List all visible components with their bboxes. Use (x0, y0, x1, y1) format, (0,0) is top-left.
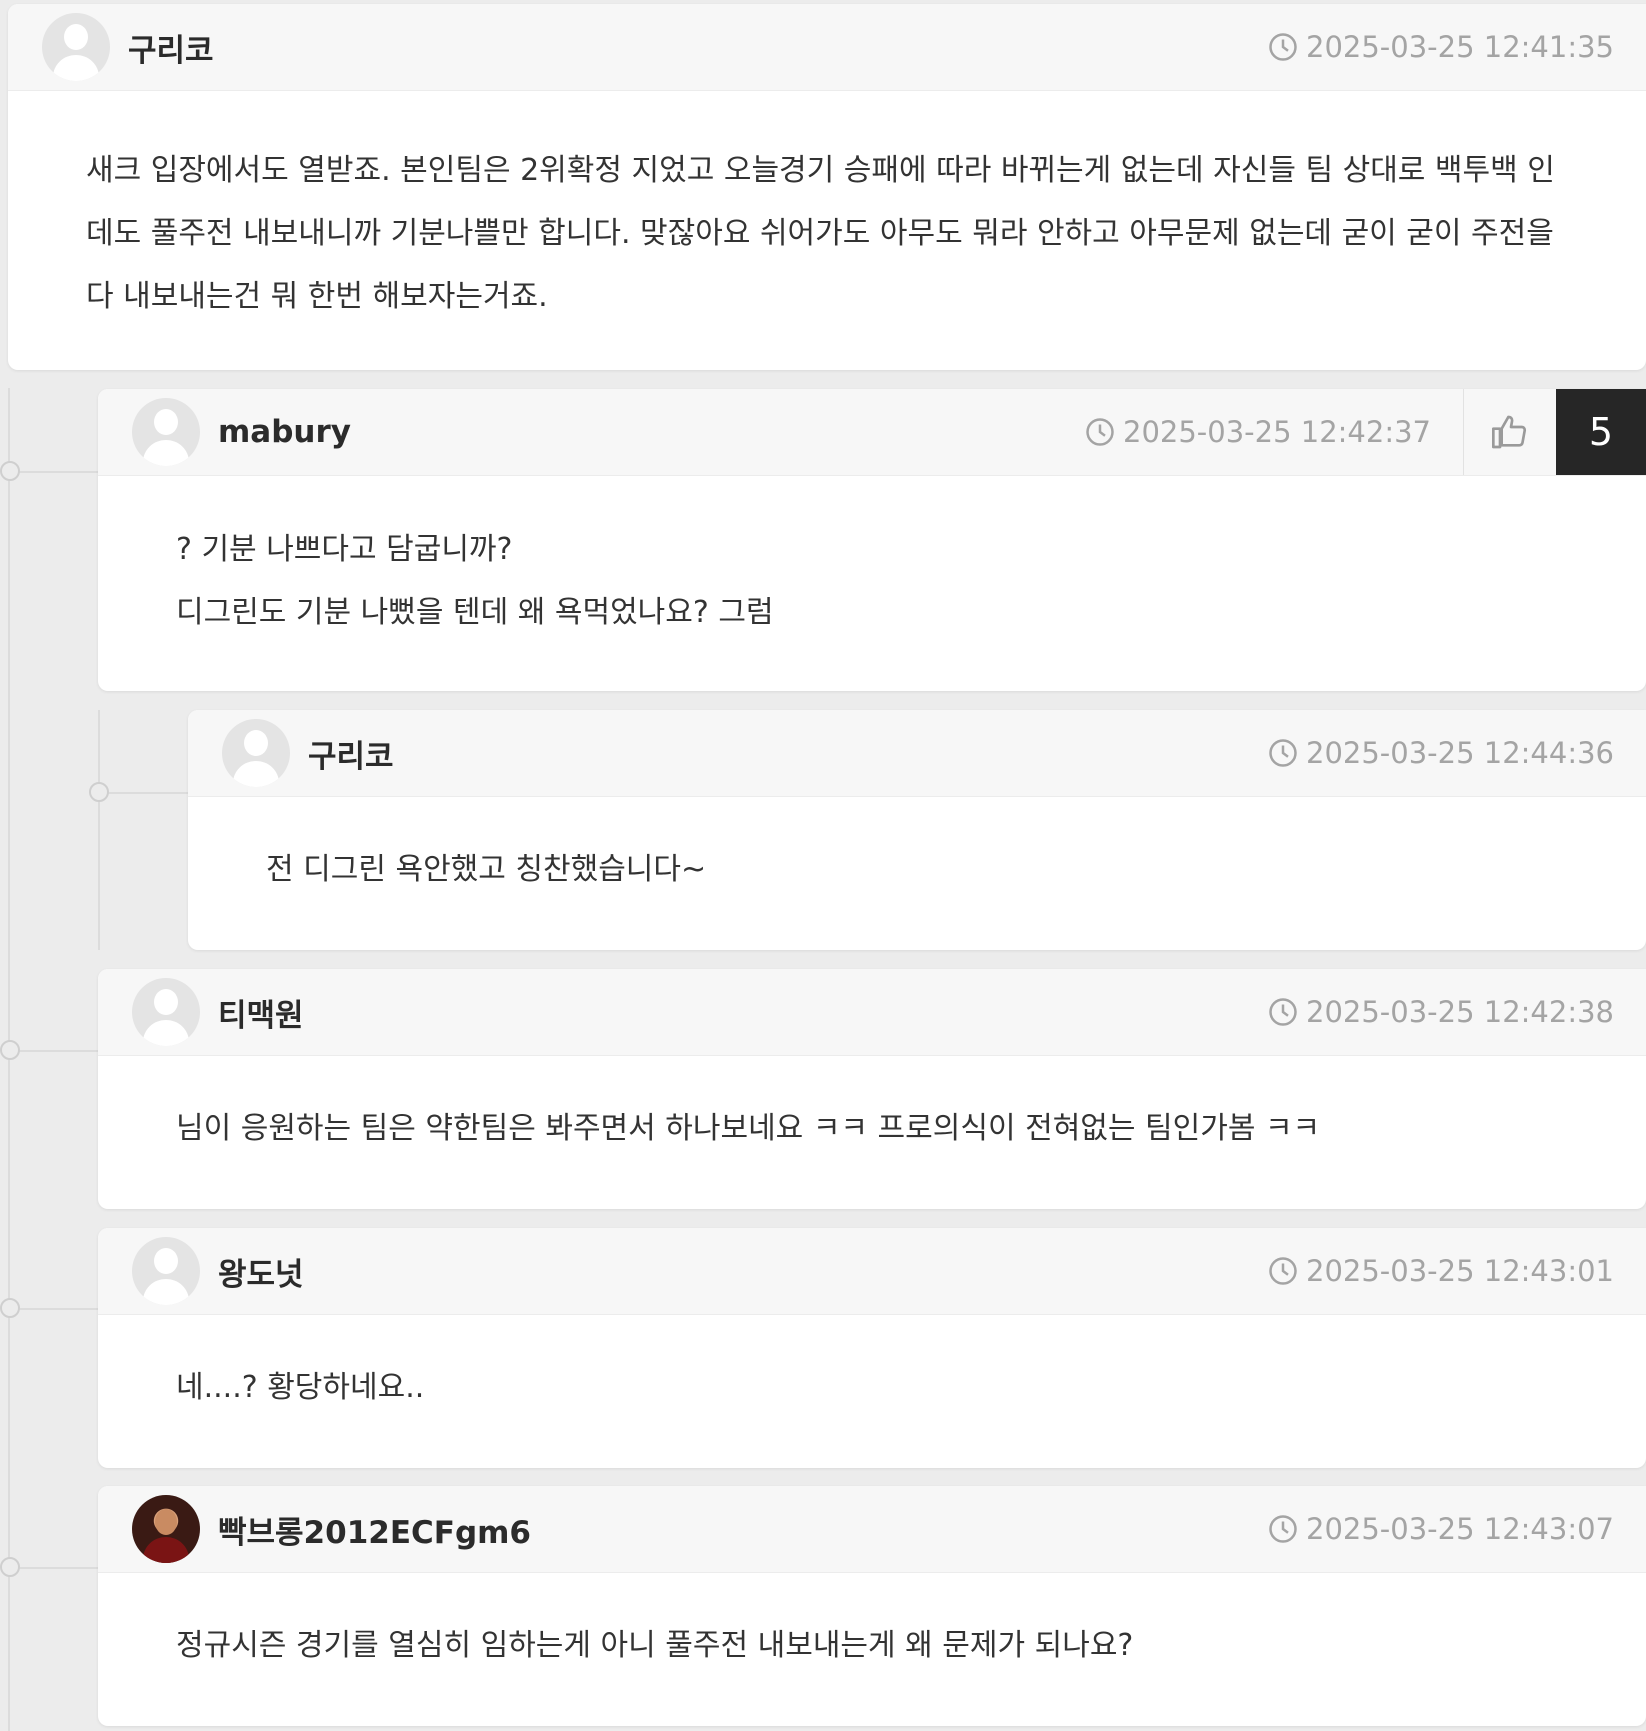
default-avatar-icon[interactable] (132, 1237, 200, 1305)
like-control: 5 (1463, 389, 1646, 475)
default-avatar-icon[interactable] (132, 978, 200, 1046)
comment-timestamp: 2025-03-25 12:42:37 (1085, 415, 1431, 449)
comment-body: 전 디그린 욕안했고 칭찬했습니다~ (188, 797, 1646, 931)
clock-icon (1086, 418, 1114, 446)
thumbs-up-icon (1492, 415, 1527, 449)
thread-branch (18, 471, 98, 473)
comment-body: 님이 응원하는 팀은 약한팀은 봐주면서 하나보네요 ㅋㅋ 프로의식이 전혀없는… (98, 1056, 1646, 1190)
thread-node (89, 782, 109, 802)
comment-header: mabury 2025-03-25 12:42:37 5 (98, 389, 1646, 476)
timestamp-text: 2025-03-25 12:42:37 (1123, 415, 1431, 449)
clock-icon (1269, 998, 1297, 1026)
comment: 왕도넛 2025-03-25 12:43:01 네....? 황당하네요.. (98, 1228, 1646, 1468)
comment-author[interactable]: 구리코 (308, 731, 394, 776)
thread-node (0, 1298, 20, 1318)
comment-text: 네....? 황당하네요.. (176, 1370, 425, 1405)
comment-header: 왕도넛 2025-03-25 12:43:01 (98, 1228, 1646, 1315)
thread-branch (18, 1308, 98, 1310)
clock-icon (1269, 739, 1297, 767)
like-count: 5 (1556, 389, 1646, 475)
thread-branch (108, 792, 188, 794)
thread-node (0, 461, 20, 481)
clock-icon (1269, 1515, 1297, 1543)
thread-branch (18, 1567, 98, 1569)
comment-header: 빡브롱2012ECFgm6 2025-03-25 12:43:07 (98, 1486, 1646, 1573)
thread-line (98, 710, 100, 950)
comment: 구리코 2025-03-25 12:44:36 전 디그린 욕안했고 칭찬했습니… (188, 710, 1646, 950)
timestamp-text: 2025-03-25 12:43:01 (1306, 1254, 1614, 1288)
comment: 구리코 2025-03-25 12:41:35 새크 입장에서도 열받죠. 본인… (8, 4, 1646, 370)
default-avatar-icon[interactable] (132, 398, 200, 466)
thread-node (0, 1557, 20, 1577)
comment-text: 전 디그린 욕안했고 칭찬했습니다~ (266, 852, 707, 887)
default-avatar-icon[interactable] (42, 13, 110, 81)
comment-text: 정규시즌 경기를 열심히 임하는게 아니 풀주전 내보내는게 왜 문제가 되나요… (176, 1628, 1134, 1663)
user-photo-avatar[interactable] (132, 1495, 200, 1563)
like-button[interactable] (1463, 389, 1556, 475)
comment-body: 정규시즌 경기를 열심히 임하는게 아니 풀주전 내보내는게 왜 문제가 되나요… (98, 1573, 1646, 1707)
default-avatar-icon[interactable] (222, 719, 290, 787)
comment-author[interactable]: 티맥원 (218, 990, 304, 1035)
comment-header: 티맥원 2025-03-25 12:42:38 (98, 969, 1646, 1056)
comment-text: 디그린도 기분 나뻤을 텐데 왜 욕먹었나요? 그럼 (176, 595, 774, 630)
comment-header: 구리코 2025-03-25 12:44:36 (188, 710, 1646, 797)
comment-timestamp: 2025-03-25 12:44:36 (1268, 736, 1614, 770)
comment: 빡브롱2012ECFgm6 2025-03-25 12:43:07 정규시즌 경… (98, 1486, 1646, 1726)
comment-header: 구리코 2025-03-25 12:41:35 (8, 4, 1646, 91)
comment-body: 새크 입장에서도 열받죠. 본인팀은 2위확정 지었고 오늘경기 승패에 따라 … (8, 91, 1646, 368)
comment-timestamp: 2025-03-25 12:42:38 (1268, 995, 1614, 1029)
comment: 티맥원 2025-03-25 12:42:38 님이 응원하는 팀은 약한팀은 … (98, 969, 1646, 1209)
comment-text: ? 기분 나쁘다고 담굽니까? (176, 532, 513, 567)
clock-icon (1269, 33, 1297, 61)
comment-body: 네....? 황당하네요.. (98, 1315, 1646, 1449)
comment-author[interactable]: 구리코 (128, 25, 214, 70)
comment-author[interactable]: 왕도넛 (218, 1249, 304, 1294)
timestamp-text: 2025-03-25 12:44:36 (1306, 736, 1614, 770)
comment-text: 님이 응원하는 팀은 약한팀은 봐주면서 하나보네요 ㅋㅋ 프로의식이 전혀없는… (176, 1111, 1321, 1146)
clock-icon (1269, 1257, 1297, 1285)
timestamp-text: 2025-03-25 12:43:07 (1306, 1512, 1614, 1546)
comment-thread: 구리코 2025-03-25 12:41:35 새크 입장에서도 열받죠. 본인… (0, 0, 1646, 1731)
comment-timestamp: 2025-03-25 12:43:01 (1268, 1254, 1614, 1288)
thread-node (0, 1040, 20, 1060)
comment-text: 새크 입장에서도 열받죠. 본인팀은 2위확정 지었고 오늘경기 승패에 따라 … (86, 153, 1555, 314)
comment-body: ? 기분 나쁘다고 담굽니까? 디그린도 기분 나뻤을 텐데 왜 욕먹었나요? … (98, 476, 1646, 684)
comment-timestamp: 2025-03-25 12:43:07 (1268, 1512, 1614, 1546)
comment: mabury 2025-03-25 12:42:37 5 ? 기분 나쁘다고 담… (98, 389, 1646, 691)
timestamp-text: 2025-03-25 12:41:35 (1306, 30, 1614, 64)
comment-timestamp: 2025-03-25 12:41:35 (1268, 30, 1614, 64)
comment-author[interactable]: mabury (218, 414, 351, 450)
comment-author[interactable]: 빡브롱2012ECFgm6 (218, 1507, 531, 1552)
thread-branch (18, 1050, 98, 1052)
timestamp-text: 2025-03-25 12:42:38 (1306, 995, 1614, 1029)
